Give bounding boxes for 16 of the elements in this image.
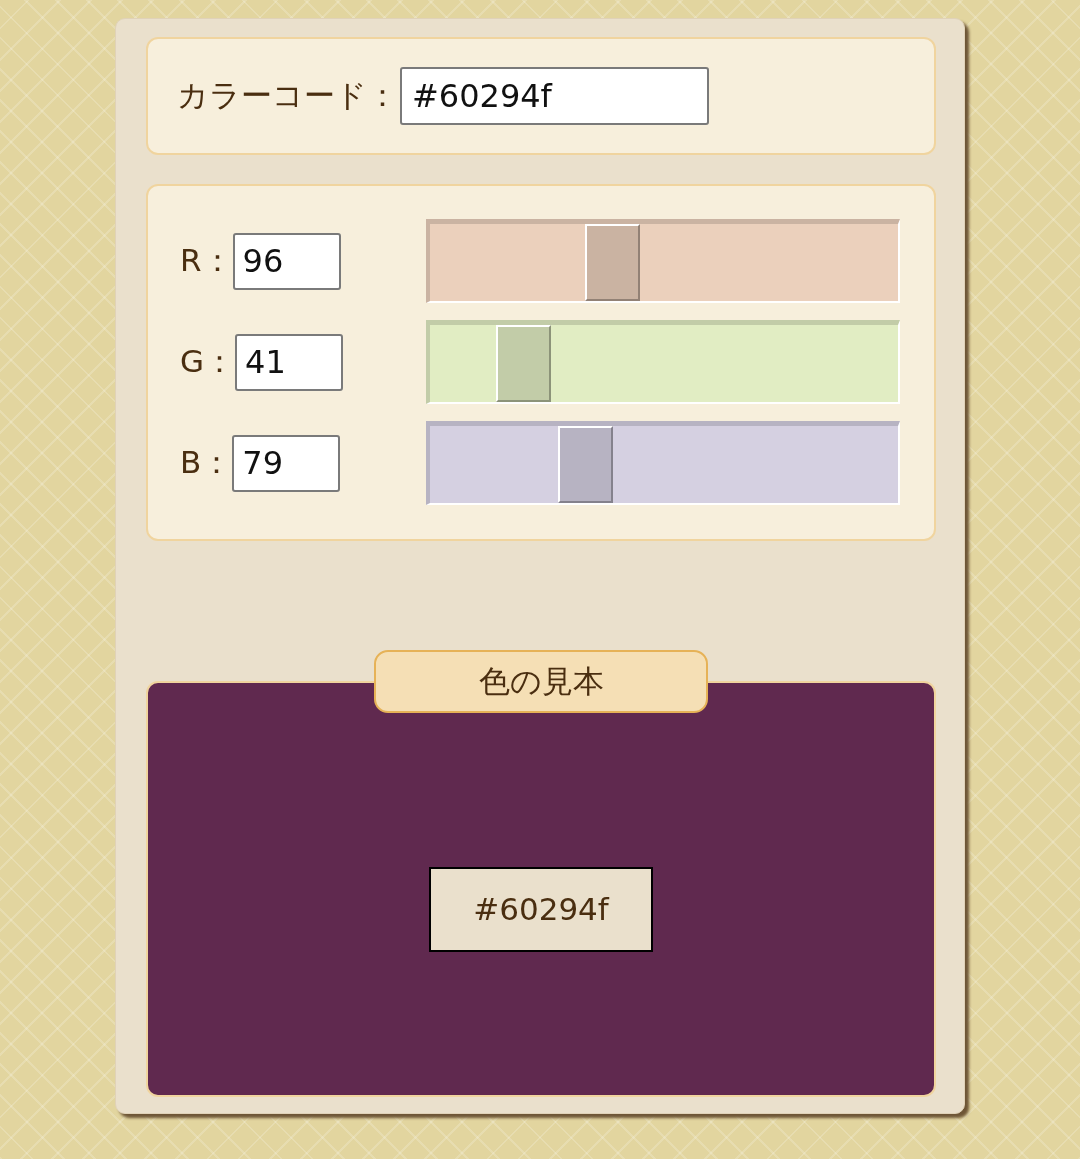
channel-value-input[interactable]: 41 [235, 333, 344, 391]
slider-track[interactable] [426, 320, 900, 404]
slider-thumb[interactable] [558, 426, 613, 503]
slider-thumb[interactable] [585, 224, 641, 301]
sample-color-code: #60294f [429, 866, 653, 952]
slider-thumb[interactable] [496, 325, 552, 402]
channel-label: R： [180, 242, 233, 280]
channel-value-input[interactable]: 96 [232, 232, 341, 290]
channel-value-input[interactable]: 79 [232, 434, 341, 492]
color-code-input[interactable]: #60294f [400, 67, 709, 125]
channel-label: B： [180, 444, 233, 482]
color-code-label: カラーコード： [177, 77, 398, 115]
channel-label: G： [180, 343, 236, 381]
sample-title-label: 色の見本 [374, 650, 708, 713]
slider-track[interactable] [426, 421, 900, 505]
slider-track[interactable] [426, 219, 900, 303]
